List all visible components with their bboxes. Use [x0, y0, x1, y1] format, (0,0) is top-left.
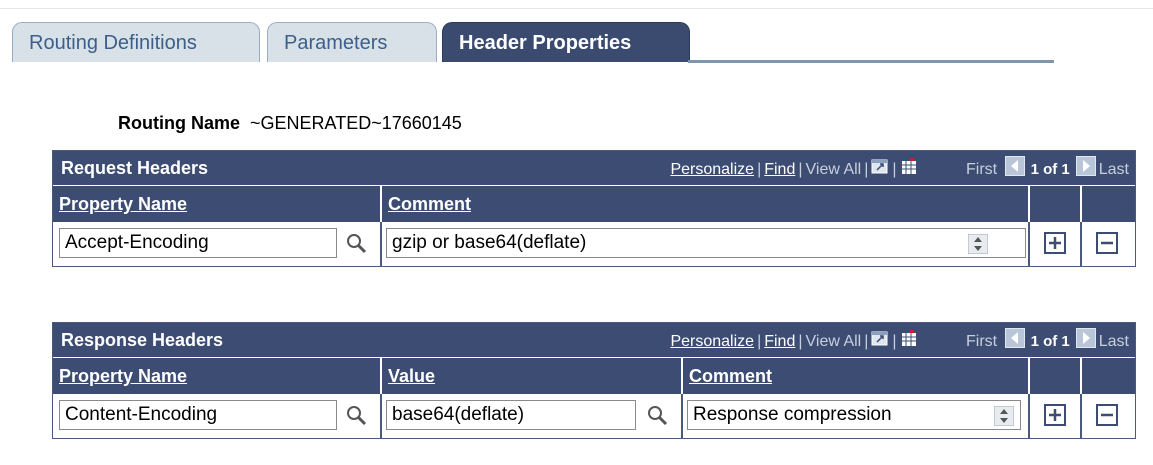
sort-link[interactable]: Comment [689, 366, 772, 386]
grid-title: Response Headers [61, 330, 224, 350]
column-header-add [1030, 186, 1082, 222]
first-label: First [966, 161, 998, 178]
personalize-link[interactable]: Personalize [670, 161, 754, 178]
zoom-grid-icon[interactable] [871, 325, 889, 346]
property-name-cell: Content-Encoding [53, 394, 382, 438]
comment-cell: gzip or base64(deflate) [382, 222, 1030, 266]
delete-row-icon[interactable] [1096, 404, 1118, 426]
last-label: Last [1098, 161, 1129, 178]
tab-parameters[interactable]: Parameters [267, 22, 437, 62]
property-name-input[interactable]: Accept-Encoding [59, 228, 337, 258]
response-headers-grid: Response Headers Personalize | Find | View A… [52, 322, 1136, 439]
delete-row-icon[interactable] [1096, 232, 1118, 254]
column-header-property-name[interactable]: Property Name [53, 186, 382, 222]
sort-link[interactable]: Value [388, 366, 435, 386]
download-icon[interactable] [900, 153, 918, 174]
add-row-icon[interactable] [1044, 404, 1066, 426]
page-indicator: 1 of 1 [1030, 333, 1070, 350]
separator: | [864, 333, 869, 350]
separator: | [757, 161, 762, 178]
lookup-icon[interactable] [345, 232, 367, 254]
page-indicator: 1 of 1 [1030, 161, 1070, 178]
delete-cell [1082, 222, 1135, 266]
column-header-delete [1082, 358, 1135, 394]
routing-name-value: ~GENERATED~17660145 [250, 113, 462, 133]
grid-title-bar: Request Headers Personalize | Find | View Al… [53, 151, 1135, 185]
view-all-link[interactable]: View All [806, 333, 862, 350]
comment-cell: Response compression [683, 394, 1030, 438]
previous-icon[interactable] [1004, 328, 1025, 348]
previous-icon[interactable] [1004, 156, 1025, 176]
find-link[interactable]: Find [764, 161, 795, 178]
request-headers-grid: Request Headers Personalize | Find | View Al… [52, 150, 1136, 267]
table-row: Content-Encoding base64(deflate) Respons… [53, 394, 1135, 438]
separator: | [892, 161, 897, 178]
grid-navigation: Personalize | Find | View All | | First 1 of 1… [670, 151, 1129, 185]
separator: | [864, 161, 869, 178]
sort-link[interactable]: Property Name [59, 366, 187, 386]
add-row-icon[interactable] [1044, 232, 1066, 254]
download-icon[interactable] [900, 325, 918, 346]
value-cell: base64(deflate) [382, 394, 683, 438]
grid-header-row: Property Name Value Comment [53, 357, 1135, 394]
property-name-input[interactable]: Content-Encoding [59, 400, 337, 430]
separator: | [892, 333, 897, 350]
last-label: Last [1098, 333, 1129, 350]
column-header-value[interactable]: Value [382, 358, 683, 394]
tab-header-properties[interactable]: Header Properties [442, 22, 690, 62]
top-divider [0, 8, 1153, 9]
value-input[interactable]: base64(deflate) [386, 400, 636, 430]
next-icon[interactable] [1075, 156, 1096, 176]
delete-cell [1082, 394, 1135, 438]
tab-routing-definitions[interactable]: Routing Definitions [12, 22, 260, 62]
sort-link[interactable]: Property Name [59, 194, 187, 214]
routing-name-field: Routing Name ~GENERATED~17660145 [118, 113, 462, 134]
lookup-icon[interactable] [345, 404, 367, 426]
add-cell [1030, 394, 1082, 438]
next-icon[interactable] [1075, 328, 1096, 348]
grid-navigation: Personalize | Find | View All | | First 1 of 1… [670, 323, 1129, 357]
find-link[interactable]: Find [764, 333, 795, 350]
view-all-link[interactable]: View All [806, 161, 862, 178]
sort-link[interactable]: Comment [388, 194, 471, 214]
grid-title: Request Headers [61, 158, 209, 178]
first-label: First [966, 333, 998, 350]
column-header-property-name[interactable]: Property Name [53, 358, 382, 394]
lookup-icon[interactable] [646, 404, 668, 426]
column-header-add [1030, 358, 1082, 394]
comment-input[interactable]: gzip or base64(deflate) [386, 228, 1026, 258]
add-cell [1030, 222, 1082, 266]
table-row: Accept-Encoding gzip or base64(deflate) [53, 222, 1135, 266]
column-header-comment[interactable]: Comment [382, 186, 1030, 222]
property-name-cell: Accept-Encoding [53, 222, 382, 266]
column-header-comment[interactable]: Comment [683, 358, 1030, 394]
comment-input[interactable]: Response compression [687, 400, 1021, 430]
separator: | [757, 333, 762, 350]
separator: | [798, 333, 803, 350]
routing-name-label: Routing Name [118, 113, 241, 133]
separator: | [798, 161, 803, 178]
tab-underline [688, 60, 1054, 63]
column-header-delete [1082, 186, 1135, 222]
grid-header-row: Property Name Comment [53, 185, 1135, 222]
spin-icon[interactable] [993, 405, 1015, 427]
personalize-link[interactable]: Personalize [670, 333, 754, 350]
zoom-grid-icon[interactable] [871, 153, 889, 174]
grid-title-bar: Response Headers Personalize | Find | View A… [53, 323, 1135, 357]
spin-icon[interactable] [967, 233, 989, 255]
